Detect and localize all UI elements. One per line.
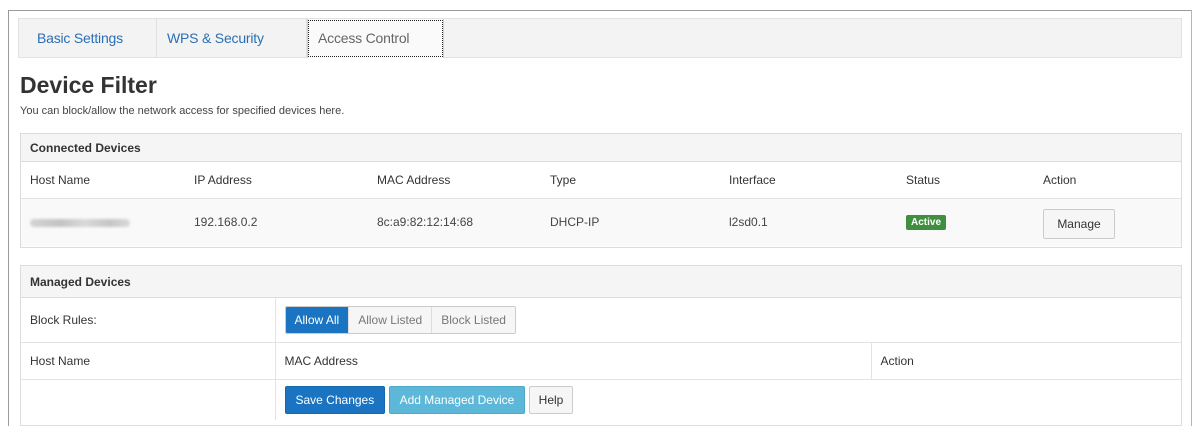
tab-basic-settings[interactable]: Basic Settings <box>27 19 157 57</box>
action-cell: Manage <box>1034 198 1181 246</box>
host-name-cell <box>21 198 185 246</box>
column-header-type: Type <box>541 162 720 199</box>
managed-devices-table: Block Rules: Allow All Allow Listed Bloc… <box>21 298 1181 420</box>
allow-listed-option[interactable]: Allow Listed <box>348 306 432 333</box>
table-header-row: Host Name IP Address MAC Address Type In… <box>21 162 1181 199</box>
tab-wps-security[interactable]: WPS & Security <box>157 19 307 57</box>
column-header-ip-address: IP Address <box>185 162 368 199</box>
add-managed-device-button[interactable]: Add Managed Device <box>388 385 526 414</box>
button-row: Save Changes Add Managed Device Help <box>21 379 1181 420</box>
column-header-interface: Interface <box>720 162 897 199</box>
block-rules-row: Block Rules: Allow All Allow Listed Bloc… <box>21 298 1181 343</box>
help-button[interactable]: Help <box>528 385 574 414</box>
status-cell: Active <box>897 198 1034 246</box>
page-title: Device Filter <box>20 72 157 98</box>
manage-button[interactable]: Manage <box>1043 209 1115 240</box>
frame-border <box>8 10 1192 11</box>
top-strip <box>0 0 1195 10</box>
column-header-status: Status <box>897 162 1034 199</box>
connected-devices-heading: Connected Devices <box>21 134 1181 162</box>
table-row: 192.168.0.2 8c:a9:82:12:14:68 DHCP-IP l2… <box>21 198 1181 246</box>
block-rules-label: Block Rules: <box>21 298 276 343</box>
redacted-host-name <box>30 219 130 228</box>
block-rules-toggle: Allow All Allow Listed Block Listed <box>284 305 516 334</box>
block-listed-option[interactable]: Block Listed <box>431 306 515 333</box>
managed-devices-panel: Managed Devices Block Rules: Allow All A… <box>20 265 1182 426</box>
column-header-host-name: Host Name <box>21 342 276 380</box>
button-cell: Save Changes Add Managed Device Help <box>275 379 1181 420</box>
save-changes-button[interactable]: Save Changes <box>284 385 386 414</box>
managed-table-header-row: Host Name MAC Address Action <box>21 342 1181 380</box>
column-header-host-name: Host Name <box>21 162 185 199</box>
interface-cell: l2sd0.1 <box>720 198 897 246</box>
column-header-action: Action <box>871 342 1181 380</box>
tab-access-control[interactable]: Access Control <box>307 19 444 58</box>
frame-border <box>8 10 9 426</box>
frame-border <box>1191 10 1192 426</box>
column-header-mac-address: MAC Address <box>368 162 541 199</box>
managed-devices-heading: Managed Devices <box>21 266 1181 298</box>
tab-bar: Basic Settings WPS & Security Access Con… <box>18 18 1182 58</box>
connected-devices-panel: Connected Devices Host Name IP Address M… <box>20 133 1182 248</box>
mac-address-cell: 8c:a9:82:12:14:68 <box>368 198 541 246</box>
block-rules-control-cell: Allow All Allow Listed Block Listed <box>275 298 1181 343</box>
type-cell: DHCP-IP <box>541 198 720 246</box>
column-header-mac-address: MAC Address <box>275 342 872 380</box>
page-subtitle: You can block/allow the network access f… <box>20 105 345 117</box>
column-header-action: Action <box>1034 162 1181 199</box>
status-badge: Active <box>906 215 947 231</box>
empty-cell <box>21 379 276 420</box>
connected-devices-table: Host Name IP Address MAC Address Type In… <box>21 162 1181 246</box>
ip-address-cell: 192.168.0.2 <box>185 198 368 246</box>
allow-all-option[interactable]: Allow All <box>285 306 349 333</box>
